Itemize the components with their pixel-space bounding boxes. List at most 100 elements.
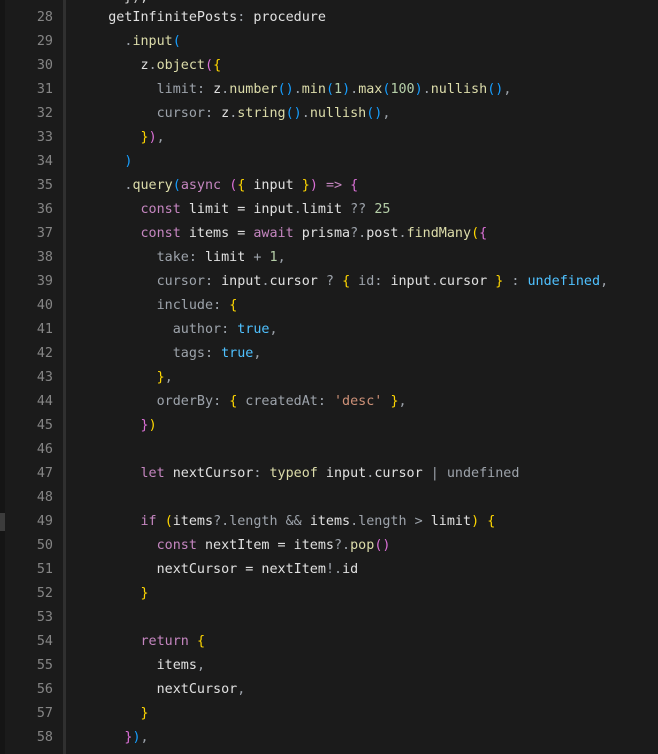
code-text: cursor: z.string().nullish(), — [76, 102, 391, 126]
code-token: 25 — [374, 202, 391, 217]
code-token: => — [325, 178, 343, 193]
code-token: + — [245, 250, 270, 265]
code-token: { — [196, 634, 205, 649]
code-text: ) — [76, 150, 132, 174]
code-text: author: true, — [76, 318, 278, 342]
code-token: z — [213, 82, 222, 97]
code-token: max — [358, 82, 383, 97]
code-token: cursor — [374, 466, 423, 481]
code-token: prisma — [293, 226, 351, 241]
code-token: cursor — [438, 274, 488, 289]
line-number: 47 — [36, 466, 53, 481]
code-text: return { — [76, 630, 206, 654]
code-token: } — [140, 418, 149, 433]
code-token: : — [205, 274, 222, 289]
line-number: 51 — [36, 562, 53, 577]
code-token: input — [221, 274, 262, 289]
code-token: z — [140, 58, 149, 73]
code-token: tags — [172, 346, 205, 361]
line-number: 44 — [36, 394, 53, 409]
code-token: items = — [180, 226, 254, 241]
code-token: . — [293, 82, 302, 97]
code-token: } — [156, 370, 165, 385]
code-token: findMany — [406, 226, 472, 241]
line-number: 43 — [36, 370, 53, 385]
code-token: getInfinitePosts — [108, 10, 238, 25]
code-text: const items = await prisma?.post.findMan… — [76, 222, 488, 246]
code-text: .query(async ({ input }) => { — [76, 174, 358, 198]
code-token: input — [317, 466, 367, 481]
code-token: cursor — [269, 274, 318, 289]
code-token: : — [503, 274, 528, 289]
code-token: limit — [205, 250, 246, 265]
code-token: , — [140, 730, 149, 745]
code-token: : — [253, 466, 270, 481]
code-token: let — [140, 466, 165, 481]
code-token: ?. — [334, 538, 351, 553]
code-text: cursor: input.cursor ? { id: input.curso… — [76, 270, 609, 294]
code-text: }), — [76, 726, 149, 750]
code-token: include — [156, 298, 214, 313]
code-token: : — [213, 394, 230, 409]
code-token: length — [358, 514, 407, 529]
code-token: cursor — [156, 106, 205, 121]
gutter-separator — [63, 0, 66, 754]
code-token: nullish — [309, 106, 367, 121]
code-token: undefined — [446, 466, 520, 481]
code-token: . — [261, 274, 270, 289]
code-token: post — [366, 226, 399, 241]
line-number: 42 — [36, 346, 53, 361]
code-token: { — [350, 178, 359, 193]
line-number: 56 — [36, 682, 53, 697]
line-number: 45 — [36, 418, 53, 433]
code-token: , — [156, 130, 165, 145]
code-text: }) — [76, 414, 157, 438]
line-number: 57 — [36, 706, 53, 721]
code-token: , — [382, 106, 391, 121]
code-token: ( — [325, 82, 334, 97]
code-token: 'desc' — [334, 394, 383, 409]
code-token: query — [132, 178, 173, 193]
code-token: min — [301, 82, 326, 97]
code-token: , — [277, 250, 286, 265]
code-token: procedure — [253, 10, 326, 25]
code-token: const — [156, 538, 197, 553]
code-text: const nextItem = items?.pop() — [76, 534, 391, 558]
code-token: true — [237, 322, 270, 337]
code-token: items — [172, 514, 214, 529]
code-token: > — [406, 514, 431, 529]
code-token: typeof — [269, 466, 318, 481]
code-token: , — [196, 658, 205, 673]
code-token: , — [398, 394, 407, 409]
code-token: ) — [148, 418, 157, 433]
code-token: nextCursor = nextItem — [156, 562, 326, 577]
code-editor[interactable]: }), 28 getInfinitePosts: procedure29 .in… — [0, 0, 658, 754]
code-token: : — [374, 274, 391, 289]
line-number: 34 — [36, 154, 53, 169]
code-text: limit: z.number().min(1).max(100).nullis… — [76, 78, 512, 102]
code-token: ( — [172, 178, 181, 193]
code-token: items — [156, 658, 197, 673]
code-token: , — [237, 682, 246, 697]
code-token: , — [253, 346, 262, 361]
code-token: { — [479, 226, 488, 241]
line-number: 29 — [36, 34, 53, 49]
line-number: 54 — [36, 634, 53, 649]
line-number: 55 — [36, 658, 53, 673]
